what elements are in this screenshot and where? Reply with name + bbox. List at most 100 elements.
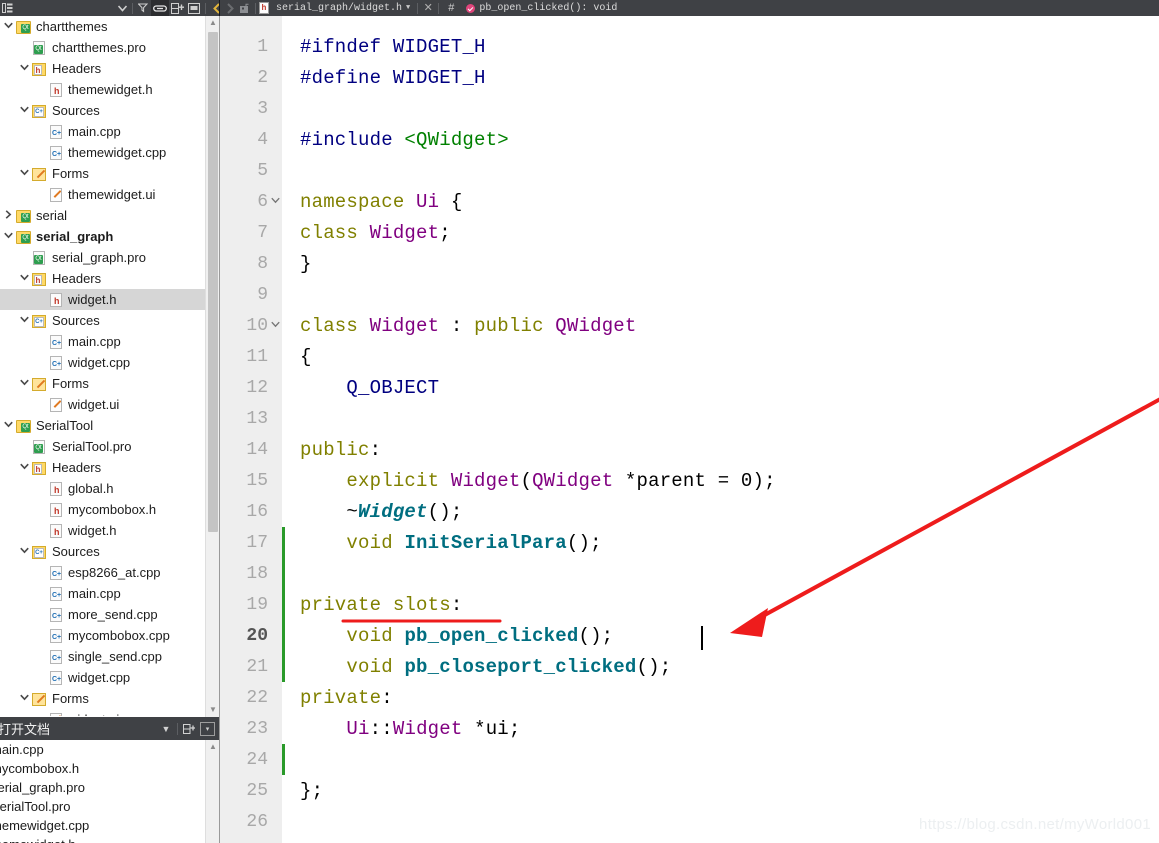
code-line[interactable]: 24	[220, 744, 1159, 775]
code-line[interactable]: 15 explicit Widget(QWidget *parent = 0);	[220, 465, 1159, 496]
chevron-down-icon[interactable]	[0, 22, 16, 31]
tree-item[interactable]: Forms	[0, 373, 205, 394]
chevron-down-icon[interactable]	[16, 169, 32, 178]
go-back-icon[interactable]	[209, 0, 223, 16]
chevron-down-icon[interactable]	[16, 274, 32, 283]
chevron-down-icon[interactable]	[16, 547, 32, 556]
code-line[interactable]: 27#endif // WIDGET_H	[220, 837, 1159, 843]
code-line[interactable]: 21 void pb_closeport_clicked();	[220, 651, 1159, 682]
tree-item[interactable]: global.h	[0, 478, 205, 499]
hash-outline-icon[interactable]: #	[442, 0, 460, 16]
symbol-combo[interactable]: pb_open_clicked(): void	[466, 0, 617, 16]
tree-item[interactable]: mycombobox.cpp	[0, 625, 205, 646]
code-line[interactable]: 16 ~Widget();	[220, 496, 1159, 527]
code-line[interactable]: 7 class Widget;	[220, 217, 1159, 248]
tree-item[interactable]: themewidget.h	[0, 79, 205, 100]
code-line[interactable]: 1 #ifndef WIDGET_H	[220, 31, 1159, 62]
tree-item[interactable]: widget.h	[0, 520, 205, 541]
open-document-item[interactable]: main.cpp	[0, 740, 205, 759]
chevron-down-icon[interactable]	[16, 694, 32, 703]
code-line[interactable]: 3	[220, 93, 1159, 124]
project-tree[interactable]: chartthemes chartthemes.pro Headers themewi…	[0, 16, 205, 716]
code-line[interactable]: 9	[220, 279, 1159, 310]
code-line[interactable]: 5	[220, 155, 1159, 186]
code-line[interactable]: 2 #define WIDGET_H	[220, 62, 1159, 93]
tree-item[interactable]: Headers	[0, 268, 205, 289]
tree-item[interactable]: Forms	[0, 163, 205, 184]
scroll-up-icon[interactable]: ▲	[206, 16, 219, 30]
tree-item[interactable]: widget.cpp	[0, 667, 205, 688]
tree-item[interactable]: main.cpp	[0, 331, 205, 352]
chevron-down-icon[interactable]	[16, 64, 32, 73]
tree-item[interactable]: more_send.cpp	[0, 604, 205, 625]
chevron-down-icon[interactable]	[16, 106, 32, 115]
tree-item[interactable]: Headers	[0, 58, 205, 79]
close-document-icon[interactable]: ✕	[421, 0, 435, 16]
code-line[interactable]: 22 private:	[220, 682, 1159, 713]
project-tree-scroll-thumb[interactable]	[208, 32, 218, 532]
filter-icon[interactable]	[136, 0, 151, 16]
tree-item[interactable]: serial_graph	[0, 226, 205, 247]
close-split-icon[interactable]	[186, 0, 202, 16]
chevron-down-icon[interactable]	[16, 463, 32, 472]
tree-item[interactable]: widget.cpp	[0, 352, 205, 373]
code-line[interactable]: 19 private slots:	[220, 589, 1159, 620]
tree-item[interactable]: serial	[0, 205, 205, 226]
fold-chevron-down-icon[interactable]	[268, 197, 282, 207]
tree-item[interactable]: themewidget.ui	[0, 184, 205, 205]
tree-item[interactable]: themewidget.cpp	[0, 142, 205, 163]
tree-item[interactable]: single_send.cpp	[0, 646, 205, 667]
file-combo-caret-icon[interactable]: ▼	[402, 4, 414, 12]
tree-item[interactable]: esp8266_at.cpp	[0, 562, 205, 583]
code-line[interactable]: 23 Ui::Widget *ui;	[220, 713, 1159, 744]
chevron-down-icon[interactable]	[115, 0, 129, 16]
go-forward-icon[interactable]	[223, 0, 237, 16]
tree-item[interactable]: Sources	[0, 100, 205, 121]
tree-item[interactable]: main.cpp	[0, 121, 205, 142]
open-documents-dropdown-icon[interactable]: ▼	[157, 717, 175, 740]
open-document-item[interactable]: serial_graph.pro	[0, 778, 205, 797]
tree-item[interactable]: main.cpp	[0, 583, 205, 604]
code-line[interactable]: 10 class Widget : public QWidget	[220, 310, 1159, 341]
open-document-item[interactable]: SerialTool.pro	[0, 797, 205, 816]
tree-item[interactable]: SerialTool.pro	[0, 436, 205, 457]
code-line[interactable]: 14 public:	[220, 434, 1159, 465]
tree-item[interactable]: serial_graph.pro	[0, 247, 205, 268]
code-line[interactable]: 25};	[220, 775, 1159, 806]
chevron-down-icon[interactable]	[0, 232, 16, 241]
tree-item[interactable]: Sources	[0, 310, 205, 331]
tree-item[interactable]: Sources	[0, 541, 205, 562]
open-documents-scroll-up-icon[interactable]: ▲	[206, 740, 219, 754]
code-line[interactable]: 20 void pb_open_clicked();	[220, 620, 1159, 651]
sidebar-layout-icon[interactable]	[0, 0, 15, 16]
tree-item[interactable]: widget.h	[0, 289, 205, 310]
open-document-item[interactable]: themewidget.h	[0, 835, 205, 843]
chevron-down-icon[interactable]	[0, 421, 16, 430]
fold-chevron-down-icon[interactable]	[268, 321, 282, 331]
code-line[interactable]: 17 void InitSerialPara();	[220, 527, 1159, 558]
code-lines[interactable]: 1 #ifndef WIDGET_H 2 #define WIDGET_H 3 4 #inc…	[220, 16, 1159, 843]
code-line[interactable]: 6 namespace Ui {	[220, 186, 1159, 217]
open-documents-split-icon[interactable]	[180, 717, 198, 740]
open-documents-scrollbar[interactable]: ▲	[205, 740, 219, 843]
code-line[interactable]: 8}	[220, 248, 1159, 279]
tree-item[interactable]: chartthemes.pro	[0, 37, 205, 58]
code-line[interactable]: 12 Q_OBJECT	[220, 372, 1159, 403]
code-line[interactable]: 11 {	[220, 341, 1159, 372]
split-add-icon[interactable]	[169, 0, 186, 16]
code-line[interactable]: 18	[220, 558, 1159, 589]
open-documents-list[interactable]: main.cppmycombobox.hserial_graph.proSeri…	[0, 740, 205, 843]
tree-item[interactable]: Forms	[0, 688, 205, 709]
open-documents-close-icon[interactable]: ▾	[200, 721, 215, 736]
tree-item[interactable]: Headers	[0, 457, 205, 478]
chevron-right-icon[interactable]	[0, 210, 16, 221]
lock-icon[interactable]	[237, 0, 252, 16]
project-tree-scrollbar[interactable]: ▲ ▼	[205, 16, 219, 717]
tree-item[interactable]: chartthemes	[0, 16, 205, 37]
tree-item[interactable]: widget.ui	[0, 709, 205, 716]
link-icon[interactable]	[151, 0, 169, 16]
chevron-down-icon[interactable]	[16, 379, 32, 388]
code-editor[interactable]: 1 #ifndef WIDGET_H 2 #define WIDGET_H 3 4 #inc…	[220, 16, 1159, 843]
tree-item[interactable]: mycombobox.h	[0, 499, 205, 520]
chevron-down-icon[interactable]	[16, 316, 32, 325]
